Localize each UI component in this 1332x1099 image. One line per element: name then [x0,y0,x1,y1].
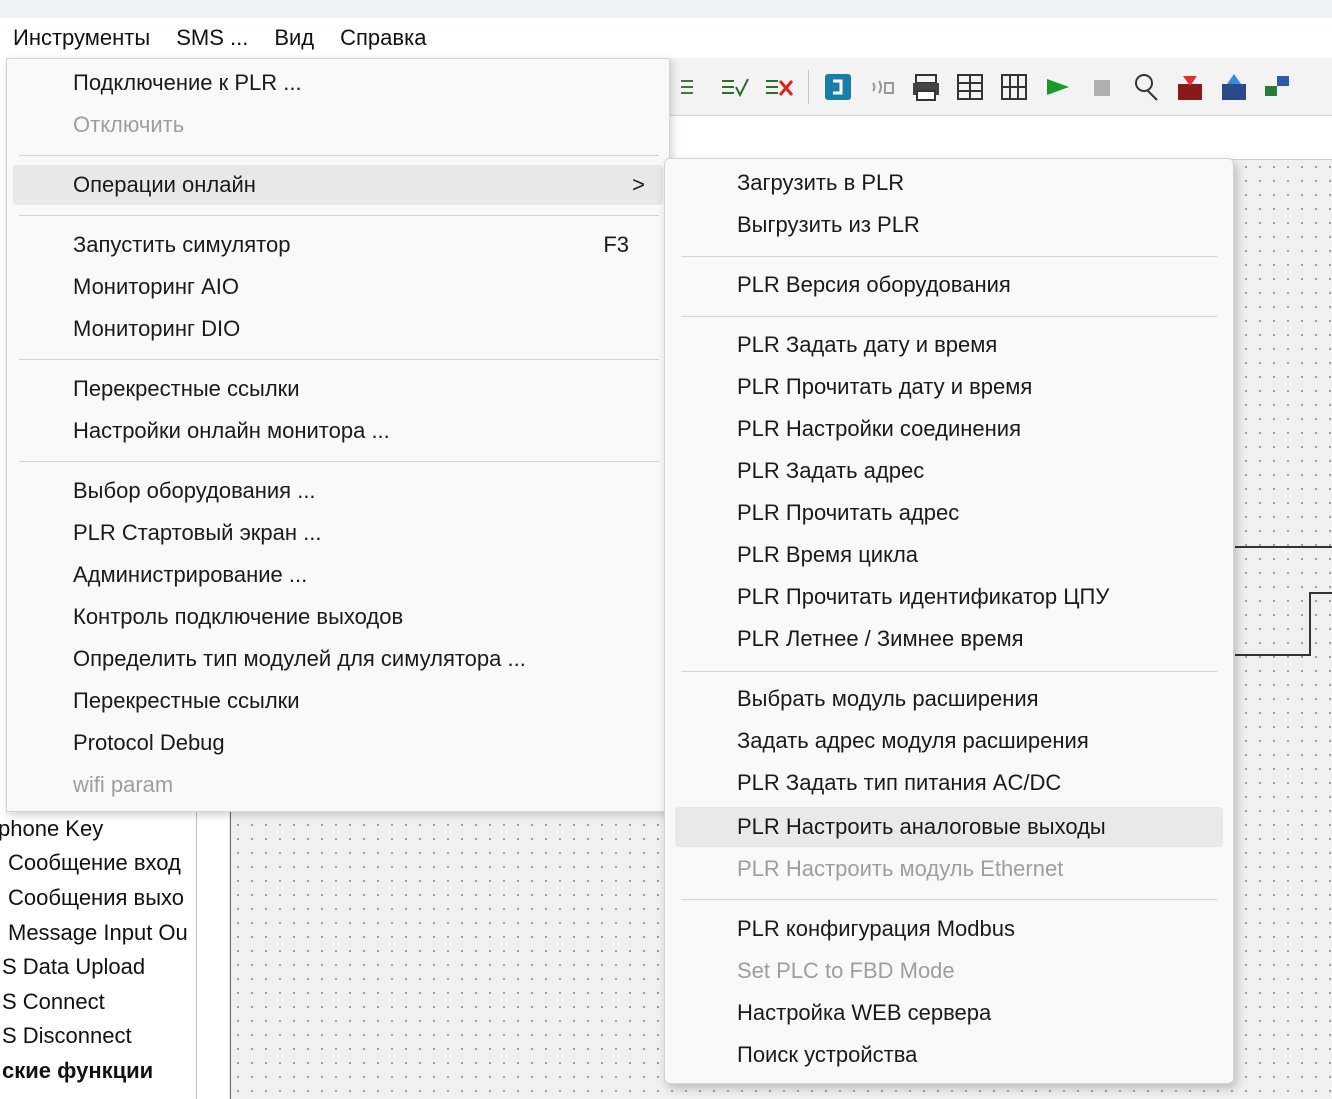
print-icon[interactable] [911,72,941,102]
menu-bar: Инструменты SMS ... Вид Справка [0,18,1332,58]
delete-verify-icon[interactable] [764,72,794,102]
submenu-item-read-datetime[interactable]: PLR Прочитать дату и время [675,367,1223,407]
submenu-item-analog-outputs[interactable]: PLR Настроить аналоговые выходы [675,807,1223,847]
submenu-item-web-server[interactable]: Настройка WEB сервера [675,993,1223,1033]
menu-help[interactable]: Справка [327,18,439,58]
menu-item-disconnect: Отключить [73,112,185,137]
menu-separator [19,155,659,156]
tree-item[interactable]: Message Input Ou [8,920,188,946]
menu-item-monitor-aio[interactable]: Мониторинг AIO [13,267,663,307]
wireless-icon[interactable] [867,72,897,102]
toolbar-lower-area [670,117,1332,160]
menu-item-run-simulator[interactable]: Запустить симулятор F3 [13,225,663,265]
submenu-item-power-type[interactable]: PLR Задать тип питания AC/DC [675,763,1223,803]
submenu-item-read-address[interactable]: PLR Прочитать адрес [675,493,1223,533]
verify-icon[interactable] [720,72,750,102]
toolbar [670,58,1332,116]
submenu-item-daylight-saving[interactable]: PLR Летнее / Зимнее время [675,619,1223,659]
toolbar-separator [808,69,809,104]
menu-separator [19,359,659,360]
submenu-item-select-extension-module[interactable]: Выбрать модуль расширения [675,679,1223,719]
stop-icon[interactable] [1087,72,1117,102]
tree-item[interactable]: S Connect [2,989,105,1015]
menu-item-simulator-modules[interactable]: Определить тип модулей для симулятора ..… [13,639,663,679]
wire-line [1309,592,1311,656]
menu-separator [681,256,1217,257]
menu-tools[interactable]: Инструменты [0,18,163,58]
menu-item-cross-references[interactable]: Перекрестные ссылки [13,369,663,409]
shortcut-label: F3 [603,232,629,257]
menu-separator [681,671,1217,672]
submenu-item-upload-to-plr[interactable]: Загрузить в PLR [675,163,1223,203]
menu-item-output-control[interactable]: Контроль подключение выходов [13,597,663,637]
tree-item[interactable]: S Data Upload [2,954,145,980]
submenu-item-connection-settings[interactable]: PLR Настройки соединения [675,409,1223,449]
menu-item-monitor-dio[interactable]: Мониторинг DIO [13,309,663,349]
tree-item[interactable]: Сообщение вход [8,850,181,876]
submenu-item-find-device[interactable]: Поиск устройства [675,1035,1223,1075]
tree-item[interactable]: ские функции [2,1058,153,1084]
menu-item-protocol-debug[interactable]: Protocol Debug [13,723,663,763]
grid-icon[interactable] [955,72,985,102]
menu-item-cross-references-2[interactable]: Перекрестные ссылки [13,681,663,721]
menu-item-connect[interactable]: Подключение к PLR ... [13,63,663,103]
menu-item-online-ops[interactable]: Операции онлайн > [13,165,663,205]
table-icon[interactable] [999,72,1029,102]
submenu-item-modbus-config[interactable]: PLR конфигурация Modbus [675,909,1223,949]
connect-icon[interactable] [823,72,853,102]
online-operations-submenu: Загрузить в PLR Выгрузить из PLR PLR Вер… [664,158,1234,1084]
submenu-item-ethernet-module: PLR Настроить модуль Ethernet [737,856,1064,881]
menu-separator [19,215,659,216]
upload-icon[interactable] [1219,72,1249,102]
download-icon[interactable] [1175,72,1205,102]
menu-separator [681,316,1217,317]
tree-item[interactable]: S Disconnect [2,1023,132,1049]
tools-dropdown-menu: Подключение к PLR ... Отключить Операции… [6,58,670,812]
menu-item-start-screen[interactable]: PLR Стартовый экран ... [13,513,663,553]
function-tree: phone Key Сообщение вход Сообщения выхо … [0,810,196,1099]
submenu-item-read-cpu-id[interactable]: PLR Прочитать идентификатор ЦПУ [675,577,1223,617]
menu-item-administration[interactable]: Администрирование ... [13,555,663,595]
submenu-item-extension-address[interactable]: Задать адрес модуля расширения [675,721,1223,761]
submenu-item-cycle-time[interactable]: PLR Время цикла [675,535,1223,575]
wire-line [1235,546,1332,548]
submenu-item-hw-version[interactable]: PLR Версия оборудования [675,265,1223,305]
panel-splitter[interactable] [196,810,229,1099]
submenu-item-set-datetime[interactable]: PLR Задать дату и время [675,325,1223,365]
menu-item-wifi-param: wifi param [73,772,174,797]
window-top-strip [0,0,1332,18]
menu-sms[interactable]: SMS ... [163,18,261,58]
run-icon[interactable] [1043,72,1073,102]
menu-view[interactable]: Вид [261,18,327,58]
menu-separator [681,899,1217,900]
probe-icon[interactable] [1131,72,1161,102]
chevron-right-icon: > [632,172,645,197]
network-icon[interactable] [1263,72,1293,102]
menu-item-hardware-select[interactable]: Выбор оборудования ... [13,471,663,511]
wire-line [1235,654,1311,656]
compile-check-icon[interactable] [676,72,706,102]
tree-item[interactable]: phone Key [0,816,103,842]
submenu-item-set-address[interactable]: PLR Задать адрес [675,451,1223,491]
tree-item[interactable]: Сообщения выхо [8,885,184,911]
submenu-item-fbd-mode: Set PLC to FBD Mode [737,958,955,983]
wire-line [1309,592,1332,594]
menu-item-monitor-settings[interactable]: Настройки онлайн монитора ... [13,411,663,451]
menu-separator [19,461,659,462]
submenu-item-download-from-plr[interactable]: Выгрузить из PLR [675,205,1223,245]
